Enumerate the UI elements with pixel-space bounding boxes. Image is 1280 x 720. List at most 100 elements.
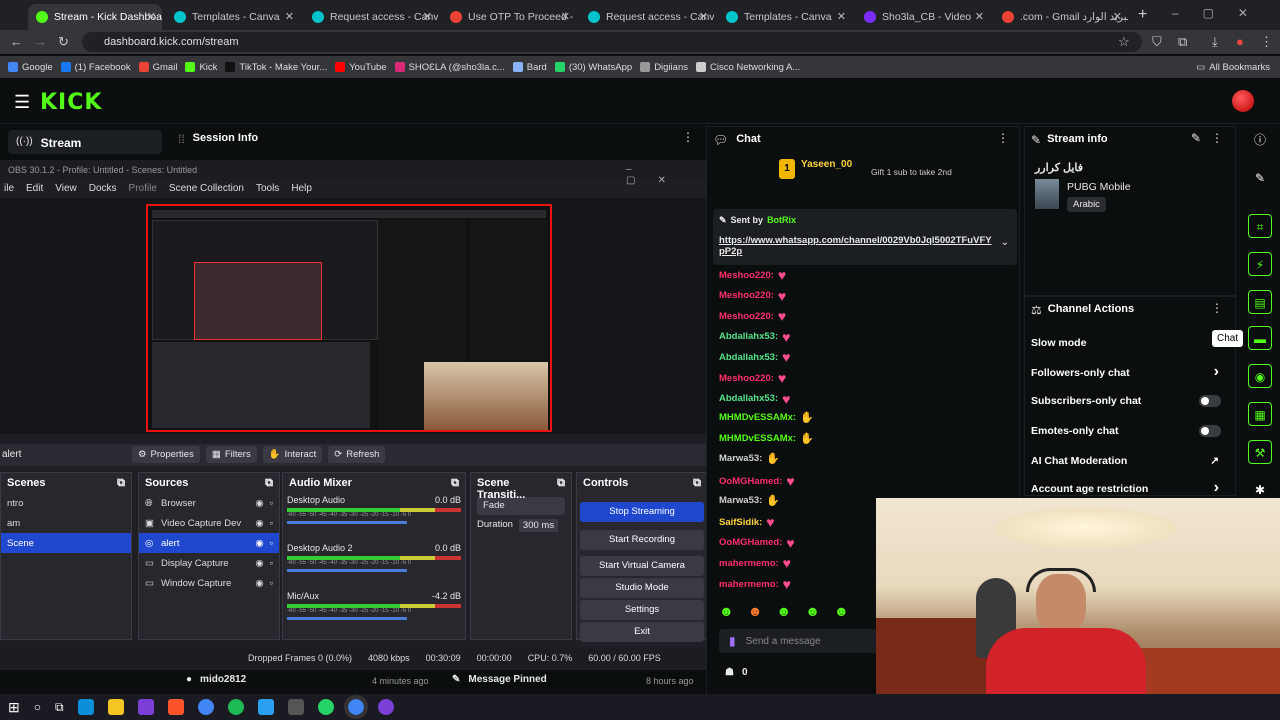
obs-menu-item[interactable]: Edit xyxy=(26,183,43,195)
extensions-icon[interactable]: ⧉ xyxy=(1178,34,1187,50)
browser-tab[interactable]: Templates - Canva ✕ xyxy=(718,4,852,30)
channel-action-item[interactable]: AI Chat Moderation ↗ xyxy=(1031,455,1231,467)
volume-slider[interactable] xyxy=(287,569,407,572)
sidebar-item-stream[interactable]: ((·)) Stream xyxy=(8,130,162,154)
chevron-right-icon[interactable]: › xyxy=(1214,479,1219,497)
bookmark-item[interactable]: YouTube xyxy=(335,62,387,73)
chat-username[interactable]: MHMDvESSAMx: xyxy=(719,412,796,423)
chat-username[interactable]: Marwa53: xyxy=(719,495,762,506)
source-item[interactable]: ◎ alert ◉ ▫ xyxy=(139,533,279,553)
chrome-icon[interactable] xyxy=(343,695,368,719)
chat-username[interactable]: Abdallahx53: xyxy=(719,331,778,342)
shield-icon[interactable]: ⛉ xyxy=(1152,34,1162,50)
chat-username[interactable]: Marwa53: xyxy=(719,453,762,464)
toggle-switch[interactable] xyxy=(1199,425,1221,437)
info-icon[interactable]: ⓘ xyxy=(1248,128,1272,152)
task-view-icon[interactable]: ⧉ xyxy=(55,700,64,715)
app-icon[interactable] xyxy=(287,699,304,715)
source-item[interactable]: 🌐︎ Browser ◉ ▫ xyxy=(139,493,279,513)
obs-menu-item[interactable]: Scene Collection xyxy=(169,183,244,195)
chat-username[interactable]: Meshoo220: xyxy=(719,270,774,281)
reload-icon[interactable]: ↻ xyxy=(58,34,69,50)
obs-menu-item[interactable]: View xyxy=(55,183,77,195)
source-toolbar-button[interactable]: ⚙ Properties xyxy=(132,446,200,463)
close-icon[interactable]: ✕ xyxy=(699,10,708,23)
close-icon[interactable]: ✕ xyxy=(423,10,432,23)
chat-username[interactable]: mahermemo: xyxy=(719,579,779,590)
emote-icon[interactable]: ☻ xyxy=(834,603,849,619)
bookmark-item[interactable]: Kick xyxy=(185,62,217,73)
emote-icon[interactable]: ☻ xyxy=(776,603,791,619)
back-icon[interactable]: ← xyxy=(10,34,23,49)
obs-menu-item[interactable]: Profile xyxy=(129,183,157,195)
broadcast-icon[interactable]: ◉ xyxy=(1248,364,1272,388)
close-icon[interactable]: ✕ xyxy=(1113,10,1122,23)
chat-bubble-icon[interactable]: ▬ xyxy=(1248,326,1272,350)
avatar[interactable] xyxy=(1232,90,1254,112)
bookmark-star-icon[interactable]: ☆ xyxy=(1118,34,1130,50)
bookmark-item[interactable]: Google xyxy=(8,62,53,73)
preview-source-frame[interactable] xyxy=(146,204,552,432)
windows-start-icon[interactable]: ⊞ xyxy=(8,699,20,716)
volume-slider[interactable] xyxy=(287,617,407,620)
channel-action-item[interactable]: Slow mode xyxy=(1031,337,1231,349)
bookmark-item[interactable]: Gmail xyxy=(138,62,177,73)
emote-icon[interactable]: ☻ xyxy=(805,603,820,619)
url-input[interactable]: dashboard.kick.com/stream xyxy=(82,32,1142,52)
obs-control-button[interactable]: Stop Streaming xyxy=(580,502,704,522)
eye-icon[interactable]: ◉ xyxy=(255,538,263,549)
source-toolbar-button[interactable]: ⟳ Refresh xyxy=(328,446,386,463)
lock-icon[interactable]: ▫ xyxy=(270,538,273,549)
browser-tab[interactable]: Templates - Canva ✕ xyxy=(166,4,300,30)
channel-action-item[interactable]: Subscribers-only chat xyxy=(1031,395,1231,407)
browser-tab[interactable]: Request access - Canva ✕ xyxy=(304,4,438,30)
window-controls[interactable]: –▢✕ xyxy=(1172,6,1272,20)
browser-tab[interactable]: .com - Gmail البريد الوارد ✕ xyxy=(994,4,1128,30)
document-icon[interactable]: ▤ xyxy=(1248,290,1272,314)
chat-username[interactable]: Meshoo220: xyxy=(719,311,774,322)
all-bookmarks[interactable]: ▭ All Bookmarks xyxy=(1196,62,1270,73)
app-icon[interactable] xyxy=(257,699,274,715)
game-name[interactable]: PUBG Mobile xyxy=(1067,181,1131,193)
chat-username[interactable]: MHMDvESSAMx: xyxy=(719,433,796,444)
eye-icon[interactable]: ◉ xyxy=(255,498,263,509)
chat-username[interactable]: Meshoo220: xyxy=(719,373,774,384)
scene-item[interactable]: am xyxy=(1,513,131,533)
bookmark-item[interactable]: TikTok - Make Your... xyxy=(225,62,327,73)
kick-logo[interactable]: KICK xyxy=(40,90,102,115)
spotify-icon[interactable] xyxy=(227,699,244,715)
chat-username[interactable]: OoMGHamed: xyxy=(719,476,782,487)
obs-menu-item[interactable]: Docks xyxy=(89,183,117,195)
profile-icon[interactable]: ● xyxy=(1236,34,1244,49)
wrench-icon[interactable]: ⚒ xyxy=(1248,440,1272,464)
eye-icon[interactable]: ◉ xyxy=(255,558,263,569)
bookmark-item[interactable]: Bard xyxy=(512,62,547,73)
kebab-menu-icon[interactable]: ⋮ xyxy=(682,130,694,144)
edge-icon[interactable] xyxy=(77,699,94,715)
download-icon[interactable]: ⤓ xyxy=(1212,34,1218,50)
obs-icon[interactable] xyxy=(377,699,394,715)
kebab-menu-icon[interactable]: ⋮ xyxy=(1211,131,1223,145)
menu-icon[interactable]: ⋮ xyxy=(1260,34,1273,50)
chat-username[interactable]: OoMGHamed: xyxy=(719,537,782,548)
close-icon[interactable]: ✕ xyxy=(285,10,294,23)
chrome-icon[interactable] xyxy=(197,699,214,715)
source-item[interactable]: ▣ Video Capture Dev ◉ ▫ xyxy=(139,513,279,533)
forward-icon[interactable]: → xyxy=(34,34,47,49)
browser-tab[interactable]: Sho3la_CB - Video ✕ xyxy=(856,4,990,30)
obs-menu-item[interactable]: Tools xyxy=(256,183,279,195)
chat-username[interactable]: Abdallahx53: xyxy=(719,352,778,363)
brave-icon[interactable] xyxy=(167,699,184,715)
chevron-down-icon[interactable]: ⌄ xyxy=(1001,237,1009,248)
obs-menu-item[interactable]: ile xyxy=(4,183,14,195)
chat-username[interactable]: Meshoo220: xyxy=(719,290,774,301)
file-explorer-icon[interactable] xyxy=(107,699,124,715)
crop-icon[interactable]: ⌗ xyxy=(1248,214,1272,238)
lock-icon[interactable]: ▫ xyxy=(270,498,273,509)
browser-tab[interactable]: Use OTP To Proceed - you✕ xyxy=(442,4,576,30)
scene-item[interactable]: ntro xyxy=(1,493,131,513)
close-icon[interactable]: ✕ xyxy=(837,10,846,23)
bookmark-item[interactable]: Cisco Networking A... xyxy=(695,62,800,73)
chevron-right-icon[interactable]: › xyxy=(1214,363,1219,381)
obs-control-button[interactable]: Studio Mode xyxy=(580,578,704,598)
